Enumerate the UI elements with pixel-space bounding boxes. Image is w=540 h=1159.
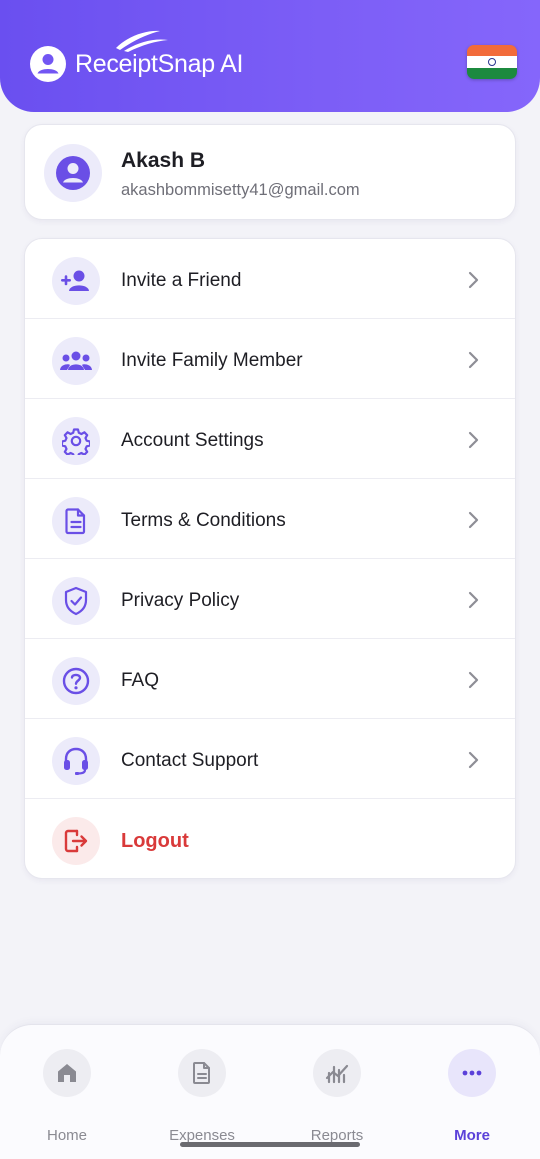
more-dots-icon bbox=[462, 1070, 482, 1076]
app-title: ReceiptSnap AI bbox=[75, 50, 244, 78]
chevron-right-icon bbox=[468, 271, 479, 289]
menu-item-invite-family[interactable]: Invite Family Member bbox=[25, 319, 515, 399]
gear-icon bbox=[62, 428, 90, 455]
chart-icon bbox=[325, 1064, 349, 1084]
menu-item-contact-support[interactable]: Contact Support bbox=[25, 719, 515, 799]
nav-more[interactable]: More bbox=[417, 1049, 527, 1144]
menu-item-label: Account Settings bbox=[121, 430, 264, 451]
chevron-right-icon bbox=[468, 591, 479, 609]
avatar bbox=[44, 144, 102, 202]
nav-label: Home bbox=[46, 1127, 87, 1144]
menu-item-faq[interactable]: FAQ bbox=[25, 639, 515, 719]
menu-item-label: Terms & Conditions bbox=[121, 510, 286, 531]
india-flag-icon[interactable] bbox=[467, 45, 517, 79]
home-indicator[interactable] bbox=[180, 1142, 360, 1147]
document-icon bbox=[65, 508, 86, 535]
question-icon bbox=[62, 667, 90, 695]
nav-expenses[interactable]: Expenses bbox=[147, 1049, 257, 1144]
headset-icon bbox=[64, 747, 88, 775]
chevron-right-icon bbox=[468, 431, 479, 449]
menu-item-label: Invite Family Member bbox=[121, 350, 303, 371]
receipt-icon bbox=[193, 1062, 210, 1084]
chevron-right-icon bbox=[468, 351, 479, 369]
user-circle-icon[interactable] bbox=[30, 46, 66, 82]
home-icon bbox=[58, 1064, 76, 1082]
nav-home[interactable]: Home bbox=[12, 1049, 122, 1144]
nav-reports[interactable]: Reports bbox=[282, 1049, 392, 1144]
chevron-right-icon bbox=[468, 751, 479, 769]
menu-item-label: Privacy Policy bbox=[121, 590, 240, 611]
user-circle-icon bbox=[56, 156, 90, 190]
chevron-right-icon bbox=[468, 671, 479, 689]
menu-list: Invite a Friend Invite Family Member Acc… bbox=[24, 238, 516, 879]
shield-check-icon bbox=[64, 586, 88, 616]
menu-item-label: Logout bbox=[121, 830, 189, 852]
chevron-right-icon bbox=[468, 511, 479, 529]
menu-item-terms[interactable]: Terms & Conditions bbox=[25, 479, 515, 559]
bottom-nav: Home Expenses Reports More bbox=[0, 1024, 540, 1159]
group-icon bbox=[60, 351, 92, 370]
menu-item-label: FAQ bbox=[121, 670, 160, 691]
add-person-icon bbox=[61, 270, 89, 291]
menu-item-logout[interactable]: Logout bbox=[25, 799, 515, 878]
logout-icon bbox=[64, 829, 88, 853]
app-header: ReceiptSnap AI bbox=[0, 0, 540, 112]
menu-item-label: Invite a Friend bbox=[121, 270, 242, 291]
profile-card[interactable]: Akash B akashbommisetty41@gmail.com bbox=[24, 124, 516, 220]
user-name: Akash B bbox=[121, 149, 206, 172]
user-email: akashbommisetty41@gmail.com bbox=[121, 181, 360, 199]
nav-label: More bbox=[454, 1127, 490, 1144]
menu-item-account-settings[interactable]: Account Settings bbox=[25, 399, 515, 479]
menu-item-invite-friend[interactable]: Invite a Friend bbox=[25, 239, 515, 319]
menu-item-privacy[interactable]: Privacy Policy bbox=[25, 559, 515, 639]
menu-item-label: Contact Support bbox=[121, 750, 259, 771]
